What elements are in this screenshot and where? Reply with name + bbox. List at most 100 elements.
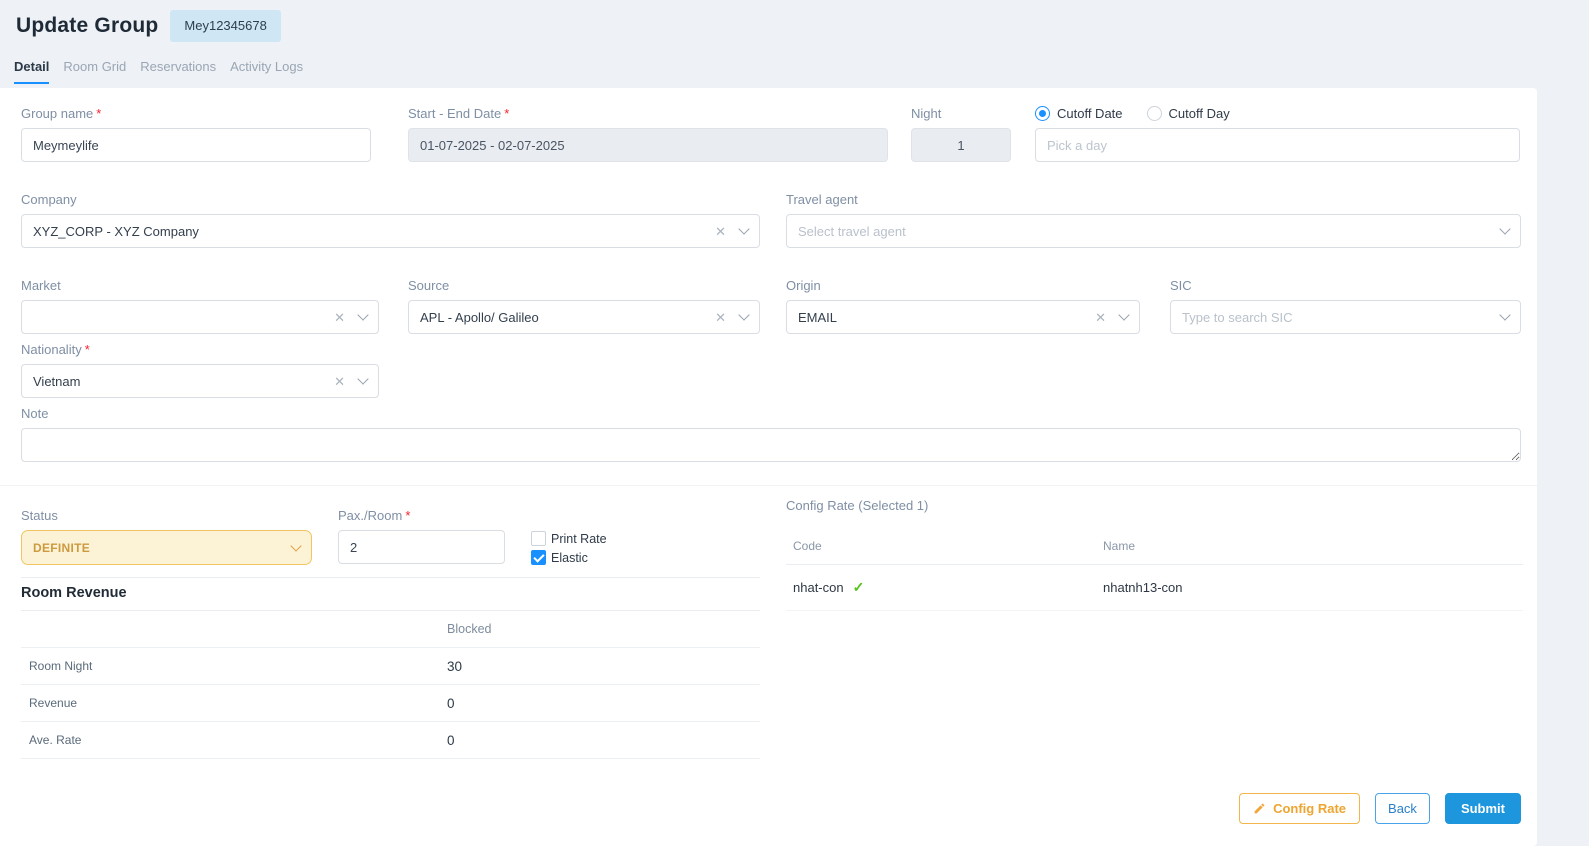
origin-label-text: Origin <box>786 278 821 293</box>
print-rate-checkbox[interactable]: Print Rate <box>531 529 651 548</box>
source-field: Source APL - Apollo/ Galileo ✕ <box>408 278 760 334</box>
night-input <box>911 128 1011 162</box>
status-field: Status DEFINITE <box>21 508 312 565</box>
group-name-input[interactable] <box>21 128 371 162</box>
source-label: Source <box>408 278 760 293</box>
origin-value: EMAIL <box>798 310 1095 325</box>
left-section-divider <box>21 577 760 578</box>
travel-agent-field: Travel agent Select travel agent <box>786 192 1521 248</box>
chevron-down-icon <box>1499 223 1510 234</box>
origin-field: Origin EMAIL ✕ <box>786 278 1140 334</box>
sic-field: SIC Type to search SIC <box>1170 278 1521 334</box>
pax-room-field: Pax./Room* <box>338 508 505 564</box>
column-header-code: Code <box>793 539 1103 553</box>
nationality-select[interactable]: Vietnam ✕ <box>21 364 379 398</box>
company-label-text: Company <box>21 192 77 207</box>
tab-detail[interactable]: Detail <box>14 53 49 84</box>
night-label: Night <box>911 106 1011 121</box>
chevron-down-icon <box>738 223 749 234</box>
config-rate-button-label: Config Rate <box>1273 801 1346 816</box>
cutoff-date-radio[interactable]: Cutoff Date <box>1035 106 1123 121</box>
submit-button-label: Submit <box>1461 801 1505 816</box>
cutoff-date-label: Cutoff Date <box>1057 106 1123 121</box>
room-night-label: Room Night <box>21 659 447 673</box>
table-row[interactable]: nhat-con ✓ nhatnh13-con <box>786 565 1523 611</box>
chevron-down-icon <box>290 540 301 551</box>
clear-icon[interactable]: ✕ <box>1095 311 1106 324</box>
travel-agent-select[interactable]: Select travel agent <box>786 214 1521 248</box>
clear-icon[interactable]: ✕ <box>715 311 726 324</box>
tab-room-grid[interactable]: Room Grid <box>63 53 126 84</box>
date-range-input <box>408 128 888 162</box>
sic-label-text: SIC <box>1170 278 1192 293</box>
required-asterisk: * <box>405 508 410 523</box>
tab-bar: Detail Room Grid Reservations Activity L… <box>14 53 303 84</box>
back-button[interactable]: Back <box>1375 793 1430 824</box>
config-rate-button[interactable]: Config Rate <box>1239 793 1360 824</box>
ave-rate-value: 0 <box>447 733 760 748</box>
company-label: Company <box>21 192 760 207</box>
date-range-label-text: Start - End Date <box>408 106 501 121</box>
status-label-text: Status <box>21 508 58 523</box>
date-range-field: Start - End Date* <box>408 106 888 162</box>
table-row: Ave. Rate 0 <box>21 722 760 759</box>
pax-room-label-text: Pax./Room <box>338 508 402 523</box>
source-select[interactable]: APL - Apollo/ Galileo ✕ <box>408 300 760 334</box>
cutoff-radio-group: Cutoff Date Cutoff Day <box>1035 106 1520 121</box>
clear-icon[interactable]: ✕ <box>334 311 345 324</box>
cutoff-day-label: Cutoff Day <box>1169 106 1230 121</box>
chevron-down-icon <box>1118 309 1129 320</box>
page-header: Update Group Mey12345678 <box>16 10 281 42</box>
source-label-text: Source <box>408 278 449 293</box>
note-label: Note <box>21 406 1521 421</box>
sic-label: SIC <box>1170 278 1521 293</box>
required-asterisk: * <box>96 106 101 121</box>
elastic-checkbox[interactable]: Elastic <box>531 548 651 567</box>
pax-room-input[interactable] <box>338 530 505 564</box>
market-label-text: Market <box>21 278 61 293</box>
tab-reservations[interactable]: Reservations <box>140 53 216 84</box>
note-textarea[interactable] <box>21 428 1521 462</box>
page-title: Update Group <box>16 14 158 38</box>
tab-activity-logs[interactable]: Activity Logs <box>230 53 303 84</box>
group-name-field: Group name* <box>21 106 371 162</box>
travel-agent-label-text: Travel agent <box>786 192 858 207</box>
chevron-down-icon <box>1499 309 1510 320</box>
required-asterisk: * <box>504 106 509 121</box>
config-rate-panel: Config Rate (Selected 1) Code Name nhat-… <box>786 498 1523 611</box>
config-rate-title: Config Rate (Selected 1) <box>786 498 1523 513</box>
form-footer: Config Rate Back Submit <box>1239 793 1521 824</box>
clear-icon[interactable]: ✕ <box>334 375 345 388</box>
status-select[interactable]: DEFINITE <box>21 530 312 565</box>
nationality-value: Vietnam <box>33 374 334 389</box>
note-label-text: Note <box>21 406 48 421</box>
origin-select[interactable]: EMAIL ✕ <box>786 300 1140 334</box>
group-name-label-text: Group name <box>21 106 93 121</box>
chevron-down-icon <box>738 309 749 320</box>
ave-rate-label: Ave. Rate <box>21 733 447 747</box>
cutoff-day-radio[interactable]: Cutoff Day <box>1147 106 1230 121</box>
cutoff-date-picker-input[interactable] <box>1035 128 1520 162</box>
source-value: APL - Apollo/ Galileo <box>420 310 715 325</box>
pax-room-label: Pax./Room* <box>338 508 505 523</box>
room-revenue-title: Room Revenue <box>21 585 127 601</box>
cutoff-field: Cutoff Date Cutoff Day <box>1035 106 1520 162</box>
market-select[interactable]: ✕ <box>21 300 379 334</box>
table-row: Revenue 0 <box>21 685 760 722</box>
edit-icon <box>1253 802 1266 815</box>
nationality-field: Nationality* Vietnam ✕ <box>21 342 379 398</box>
date-range-label: Start - End Date* <box>408 106 888 121</box>
detail-form-card: Group name* Start - End Date* Night Cuto… <box>0 88 1537 846</box>
origin-label: Origin <box>786 278 1140 293</box>
submit-button[interactable]: Submit <box>1445 793 1521 824</box>
elastic-label: Elastic <box>551 551 588 565</box>
clear-icon[interactable]: ✕ <box>715 225 726 238</box>
radio-icon <box>1035 106 1050 121</box>
config-rate-code: nhat-con <box>793 580 844 595</box>
rate-options-group: Print Rate Elastic <box>531 529 651 567</box>
sic-select[interactable]: Type to search SIC <box>1170 300 1521 334</box>
section-divider <box>0 485 1537 486</box>
night-label-text: Night <box>911 106 941 121</box>
status-value: DEFINITE <box>33 541 292 555</box>
company-select[interactable]: XYZ_CORP - XYZ Company ✕ <box>21 214 760 248</box>
